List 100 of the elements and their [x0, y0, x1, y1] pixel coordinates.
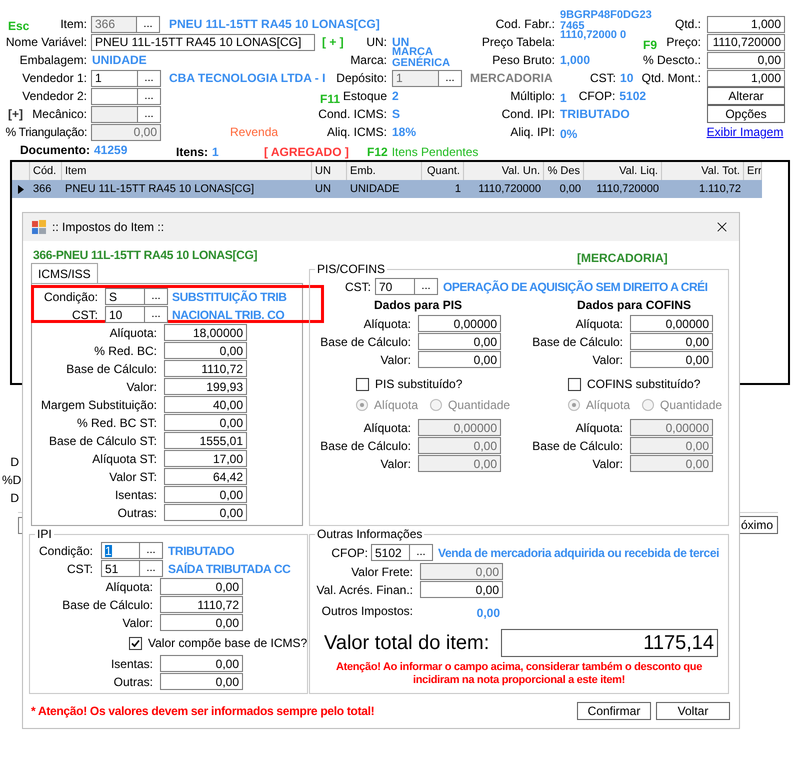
input-field[interactable]: 1,000	[707, 70, 785, 86]
checkbox-label: Valor compõe base de ICMS?	[148, 635, 308, 652]
footer-warning: * Atenção! Os valores devem ser informados sempre pelo total!	[31, 703, 374, 720]
input-field[interactable]: 1555,01	[164, 432, 247, 449]
input-field[interactable]: 1,000	[707, 16, 785, 32]
lookup-button[interactable]: ...	[140, 542, 163, 559]
field-label: Base de Cálculo ST:	[48, 434, 157, 446]
input-field[interactable]: 0,00	[420, 581, 503, 598]
check-icon	[131, 638, 140, 648]
input-field[interactable]: 1	[91, 70, 138, 86]
input-field[interactable]: 64,42	[164, 468, 247, 485]
lookup-button[interactable]: ...	[140, 560, 163, 577]
field-value: S	[392, 108, 400, 120]
input-field[interactable]: 17,00	[164, 450, 247, 467]
field-value: CBA TECNOLOGIA LTDA - I	[169, 72, 326, 84]
input-field[interactable]: 0,00	[418, 333, 501, 350]
column-header[interactable]: Item	[62, 162, 312, 180]
field-label: Valor Frete:	[351, 566, 413, 578]
input-field[interactable]: 0,00	[160, 655, 243, 672]
push-button[interactable]: Alterar	[707, 87, 785, 105]
input-field[interactable]: 1110,720000	[707, 34, 785, 50]
field-label: Preço Tabela:	[482, 36, 555, 48]
lookup-button[interactable]: ...	[138, 88, 161, 104]
lookup-button[interactable]: ...	[415, 278, 438, 295]
tab[interactable]: ICMS/ISS	[31, 263, 98, 283]
input-field[interactable]: 18,00000	[164, 324, 247, 341]
field-label: Estoque	[342, 90, 387, 102]
field-label: Vendedor 2:	[22, 90, 87, 102]
checkbox[interactable]	[129, 636, 142, 650]
lookup-button[interactable]: ...	[145, 288, 168, 305]
field-label: Base de Cálculo:	[532, 440, 623, 452]
input-field[interactable]: 0,00	[630, 351, 713, 368]
table-row[interactable]: 366 PNEU 11L-15TT RA45 10 LONAS[CG] UN UNIDADE 1 1110,720000 0,00 1110,720000 1.110,72	[12, 180, 762, 198]
lookup-button[interactable]: ...	[145, 306, 168, 323]
field-label: Alíquota:	[364, 422, 411, 434]
field-label: Nome Variável:	[6, 36, 87, 48]
column-header[interactable]: Cód.	[30, 162, 62, 180]
item-heading: 366-PNEU 11L-15TT RA45 10 LONAS[CG]	[32, 247, 258, 264]
group-title: IPI	[36, 528, 53, 541]
field-value: NACIONAL TRIB. CO	[172, 308, 284, 320]
input-field[interactable]: 0,00	[418, 351, 501, 368]
lookup-button[interactable]: ...	[410, 544, 433, 561]
input-field[interactable]	[91, 88, 138, 104]
push-button[interactable]: Confirmar	[577, 702, 651, 720]
field-label: Marca:	[350, 54, 387, 66]
field-label: Embalagem:	[20, 54, 87, 66]
show-image-link[interactable]: Exibir Imagem	[706, 123, 784, 141]
input-field[interactable]: 51	[101, 560, 140, 577]
column-header[interactable]: Val. Un.	[464, 162, 544, 180]
field-label: Condição:	[44, 290, 98, 302]
field-label: Depósito:	[336, 72, 387, 84]
field-label: D	[9, 490, 19, 507]
shortcut-key: F11	[320, 92, 340, 104]
column-header[interactable]: UN	[312, 162, 347, 180]
radio-label: Alíquota	[374, 399, 418, 411]
column-header[interactable]: Quant.	[422, 162, 464, 180]
field-label: Alíquota ST:	[92, 452, 157, 464]
warning-text: Atenção! Ao informar o campo acima, considerar também o desconto que incidiram na nota proporcional a este item!	[334, 661, 704, 687]
field-value: MERCADORIA	[470, 70, 553, 87]
field-label: Item:	[60, 18, 87, 30]
input-field[interactable]: 0,00	[707, 52, 785, 68]
checkbox[interactable]	[356, 378, 369, 390]
radio-label: Quantidade	[660, 399, 722, 411]
input-field[interactable]: 5102	[371, 544, 410, 561]
input-field[interactable]: 1110,72	[160, 596, 243, 613]
input-field[interactable]: 0,00	[630, 333, 713, 350]
total-field[interactable]: 1175,14	[501, 629, 718, 657]
input-field[interactable]: 199,93	[164, 378, 247, 395]
field-label: CST:	[344, 280, 371, 292]
checkbox[interactable]	[568, 378, 581, 390]
input-field[interactable]: 0,00	[164, 486, 247, 503]
field-value: 1	[560, 92, 567, 104]
input-field[interactable]: 0,00	[160, 578, 243, 595]
input-field[interactable]: 0,00	[164, 504, 247, 521]
field-label: CST:	[66, 562, 93, 574]
input-field[interactable]: PNEU 11L-15TT RA45 10 LONAS[CG]	[91, 34, 315, 50]
input-field[interactable]: 10	[105, 306, 145, 323]
input-field[interactable]: 0,00	[160, 614, 243, 631]
input-field[interactable]: 40,00	[164, 396, 247, 413]
lookup-button[interactable]: ...	[138, 70, 161, 86]
input-field[interactable]: 0,00	[164, 342, 247, 359]
table-cell-text: UNIDADE	[349, 182, 401, 197]
input-field[interactable]: 1	[101, 542, 140, 559]
field-label: UN:	[366, 36, 387, 48]
input-field[interactable]: 0,00	[164, 414, 247, 431]
push-button[interactable]: Voltar	[656, 702, 730, 720]
input-field[interactable]: 0,00000	[630, 315, 713, 332]
column-header[interactable]: Emb.	[347, 162, 422, 180]
field-label: % Red. BC ST:	[76, 416, 157, 428]
input-field[interactable]: S	[105, 288, 145, 305]
column-header[interactable]: Val. Tot.	[662, 162, 744, 180]
input-field[interactable]: 0,00	[160, 673, 243, 690]
input-field[interactable]: 0,00000	[418, 315, 501, 332]
field-label: Qtd. Mont.:	[642, 72, 701, 84]
input-field[interactable]: 70	[375, 278, 415, 295]
column-header[interactable]: % Des	[544, 162, 584, 180]
input-field[interactable]: 1110,72	[164, 360, 247, 377]
column-header[interactable]: Val. Liq.	[584, 162, 662, 180]
table-cell-text: 1	[454, 182, 462, 197]
push-button[interactable]: Opções	[707, 105, 785, 123]
